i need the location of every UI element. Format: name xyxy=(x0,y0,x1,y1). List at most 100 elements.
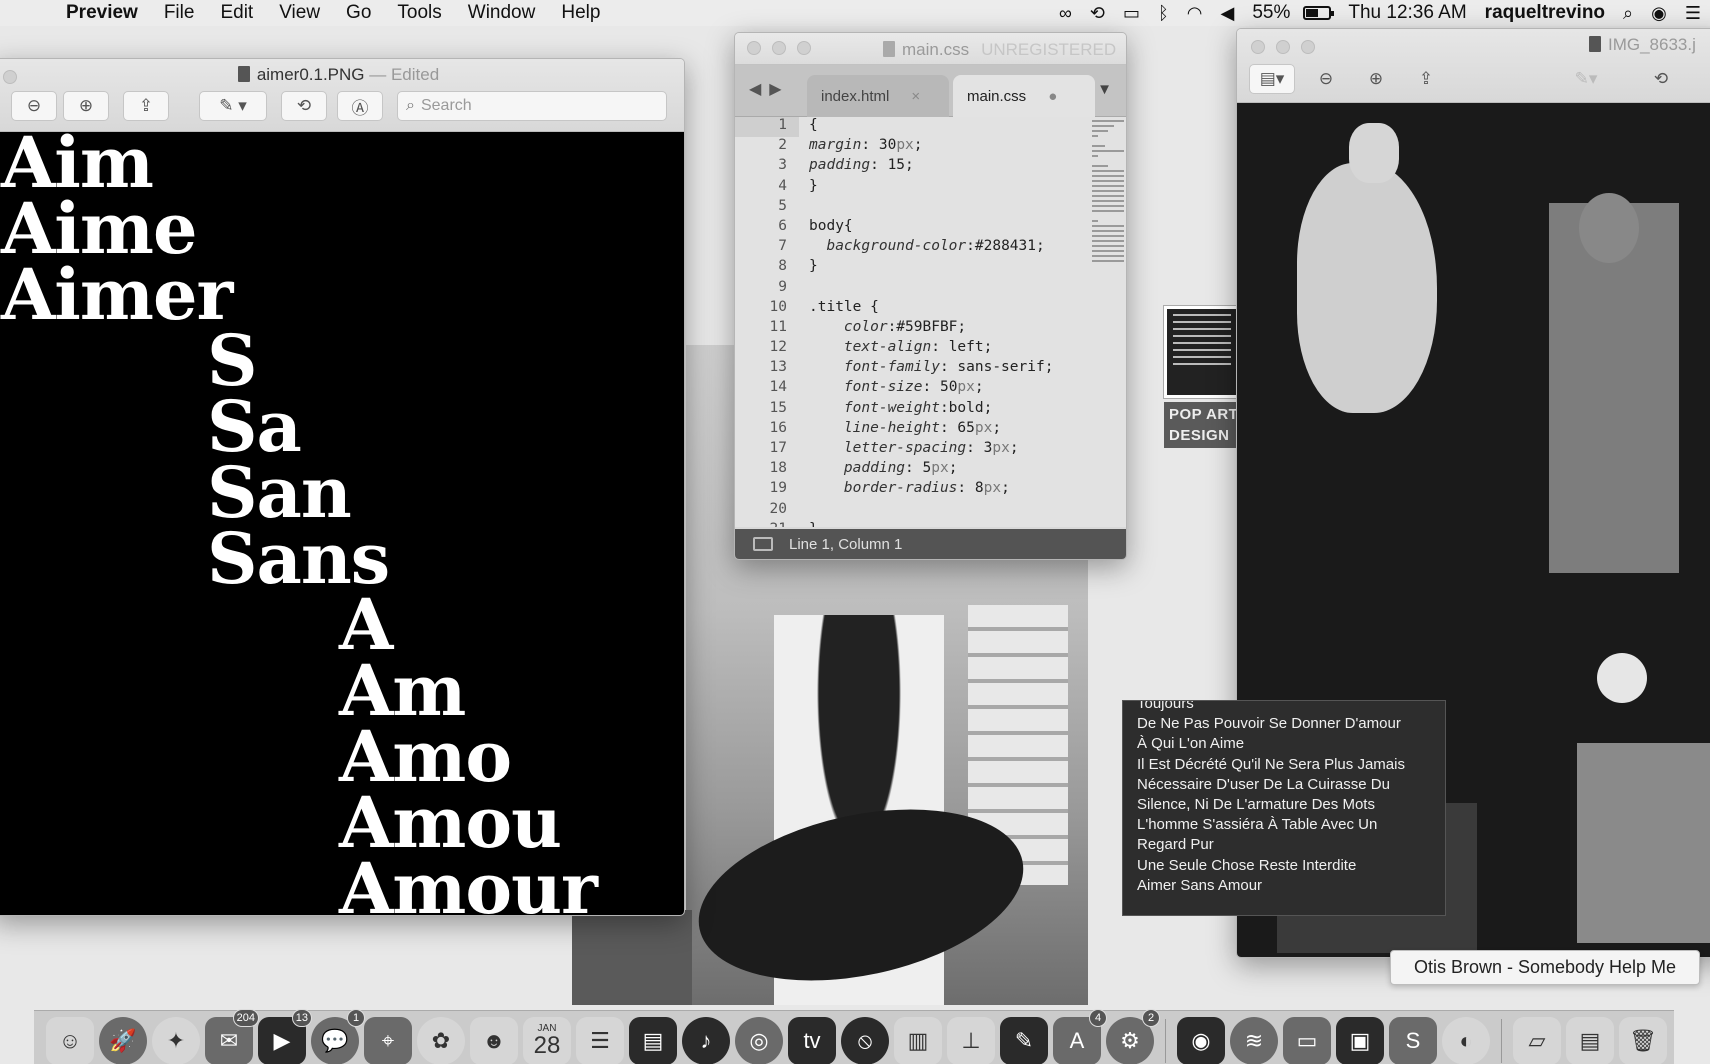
apple-tv-icon[interactable]: tv xyxy=(788,1016,836,1064)
markup-pen-icon[interactable]: ✎▾ xyxy=(1561,64,1611,94)
now-playing-tooltip: Otis Brown - Somebody Help Me xyxy=(1390,950,1700,985)
search-icon: ⌕ xyxy=(406,97,415,114)
messages-icon[interactable]: 💬 1 xyxy=(311,1008,365,1064)
tab-dropdown-icon[interactable]: ▼ xyxy=(1097,81,1112,98)
airplay-icon[interactable]: ▭ xyxy=(1114,3,1149,24)
zoom-out-icon[interactable]: ⊖ xyxy=(1305,64,1347,94)
creative-cloud-icon[interactable]: ∞ xyxy=(1050,3,1081,24)
zoom-in-button[interactable]: ⊕ xyxy=(63,91,109,121)
documents-stack-icon[interactable]: ▤ xyxy=(1566,1016,1614,1064)
tab-unsaved-dot-icon[interactable]: ● xyxy=(1048,88,1057,105)
wifi-icon[interactable]: ◠ xyxy=(1178,3,1212,24)
preview-titlebar[interactable]: aimer0.1.PNG — Edited ⊖ ⊕ ⇪ ✎ ▾ ⟲ Ⓐ ⌕ Se… xyxy=(0,59,684,132)
menu-view[interactable]: View xyxy=(266,2,333,24)
siri-icon[interactable]: ◉ xyxy=(1642,3,1676,24)
safari-icon[interactable]: ✦ xyxy=(152,1016,200,1064)
news-icon[interactable]: ⦸ xyxy=(841,1016,889,1064)
zoom-out-button[interactable]: ⊖ xyxy=(11,91,57,121)
markup-pen-button[interactable]: ✎ ▾ xyxy=(199,91,267,121)
menu-go[interactable]: Go xyxy=(333,2,384,24)
preview-window[interactable]: aimer0.1.PNG — Edited ⊖ ⊕ ⇪ ✎ ▾ ⟲ Ⓐ ⌕ Se… xyxy=(0,58,685,916)
user-menu[interactable]: raqueltrevino xyxy=(1476,2,1614,24)
music-icon[interactable]: ♪ xyxy=(682,1016,730,1064)
close-button[interactable] xyxy=(1251,40,1265,54)
preview-icon[interactable]: ▭ xyxy=(1283,1016,1331,1064)
image-capture-icon[interactable]: ▣ xyxy=(1336,1016,1384,1064)
photos-icon[interactable]: ✿ xyxy=(417,1016,465,1064)
menu-bar: Preview File Edit View Go Tools Window H… xyxy=(0,0,1710,26)
code-text[interactable]: { margin: 30px; padding: 15; } body{ bac… xyxy=(809,117,1090,527)
app-store-icon[interactable]: A4 xyxy=(1053,1008,1107,1064)
trash-icon[interactable]: 🗑 xyxy=(1619,1016,1667,1064)
share-icon[interactable]: ⇪ xyxy=(1405,64,1447,94)
code-area[interactable]: 123456789101112131415161718192021 { marg… xyxy=(735,117,1126,527)
menu-clock[interactable]: Thu 12:36 AM xyxy=(1339,2,1475,24)
desktop-file-pop-art-design[interactable]: POP ART DESIGN xyxy=(1164,306,1244,448)
calendar-icon[interactable]: JAN 28 xyxy=(523,1016,571,1064)
sublime-text-icon[interactable]: S xyxy=(1389,1016,1437,1064)
zoom-button[interactable] xyxy=(1301,40,1315,54)
line-number: 6 xyxy=(778,217,787,234)
console-panel-icon[interactable] xyxy=(753,537,773,551)
sidebar-toggle-icon[interactable]: ▤▾ xyxy=(1249,64,1295,94)
volume-icon[interactable]: ◀ xyxy=(1212,3,1244,24)
finder-icon[interactable]: ☺ xyxy=(46,1016,94,1064)
reminders-icon[interactable]: ☰ xyxy=(576,1016,624,1064)
tab-main-css[interactable]: main.css ● xyxy=(953,75,1095,117)
bluetooth-icon[interactable]: ᛒ xyxy=(1149,3,1178,24)
screen-recorder-icon[interactable]: ◉ xyxy=(1177,1016,1225,1064)
facetime-icon[interactable]: ▶ 13 xyxy=(258,1008,312,1064)
time-machine-icon[interactable]: ⟲ xyxy=(1081,3,1114,24)
numbers-icon[interactable]: ▥ xyxy=(894,1016,942,1064)
line-number: 14 xyxy=(769,379,787,396)
menu-edit[interactable]: Edit xyxy=(207,2,266,24)
code-minimap[interactable] xyxy=(1092,117,1124,317)
dock-separator xyxy=(1501,1018,1502,1063)
podcasts-icon[interactable]: ◎ xyxy=(735,1016,783,1064)
editor-titlebar[interactable]: main.css UNREGISTERED xyxy=(735,33,1126,65)
facetime-badge: 13 xyxy=(291,1008,312,1027)
photos-stamp-icon[interactable]: ✉ 204 xyxy=(205,1008,259,1064)
battery-icon[interactable] xyxy=(1303,6,1335,20)
markup-icon: Ⓐ xyxy=(351,98,369,118)
photos-badge: 204 xyxy=(232,1008,259,1027)
rotate-button[interactable]: ⟲ xyxy=(281,91,327,121)
share-button[interactable]: ⇪ xyxy=(123,91,169,121)
menu-help[interactable]: Help xyxy=(548,2,613,24)
creative-cloud-dock-icon[interactable]: ◐ xyxy=(1442,1016,1490,1064)
app-store-badge: 4 xyxy=(1089,1008,1107,1027)
menu-tools[interactable]: Tools xyxy=(384,2,454,24)
pages-icon[interactable]: ✎ xyxy=(1000,1016,1048,1064)
notes-icon[interactable]: ▤ xyxy=(629,1016,677,1064)
markup-toolbar-button[interactable]: Ⓐ xyxy=(337,91,383,121)
menu-app-preview[interactable]: Preview xyxy=(40,2,151,24)
spotlight-search-icon[interactable]: ⌕ xyxy=(1614,3,1642,24)
code-line: padding: 15; xyxy=(809,157,914,174)
system-preferences-icon[interactable]: ⚙ 2 xyxy=(1106,1008,1160,1064)
code-editor-window[interactable]: main.css UNREGISTERED ◀▶ index.html × main… xyxy=(734,32,1127,560)
minimize-button[interactable] xyxy=(772,41,786,55)
downloads-stack-icon[interactable]: ▱ xyxy=(1513,1016,1561,1064)
line-number: 8 xyxy=(778,258,787,275)
keynote-icon[interactable]: ⊥ xyxy=(947,1016,995,1064)
minimize-button[interactable] xyxy=(1276,40,1290,54)
rotate-icon[interactable]: ⟲ xyxy=(1643,64,1679,94)
search-field[interactable]: ⌕ Search xyxy=(397,91,667,121)
battery-percent[interactable]: 55% xyxy=(1243,2,1299,24)
image-window-title: IMG_8633.j xyxy=(1589,35,1696,55)
maps-icon[interactable]: ⌖ xyxy=(364,1016,412,1064)
launchpad-icon[interactable]: 🚀 xyxy=(99,1016,147,1064)
zoom-button[interactable] xyxy=(797,41,811,55)
tab-close-icon[interactable]: × xyxy=(911,88,920,105)
spotify-icon[interactable]: ≋ xyxy=(1230,1016,1278,1064)
zoom-in-icon[interactable]: ⊕ xyxy=(1355,64,1397,94)
menu-window[interactable]: Window xyxy=(455,2,549,24)
notification-center-icon[interactable]: ☰ xyxy=(1676,3,1710,24)
menu-file[interactable]: File xyxy=(151,2,208,24)
tab-nav-arrows-icon[interactable]: ◀▶ xyxy=(749,79,790,99)
tab-index-html[interactable]: index.html × xyxy=(807,75,949,117)
document-icon xyxy=(237,66,250,82)
close-button[interactable] xyxy=(747,41,761,55)
image-titlebar[interactable]: IMG_8633.j ▤▾ ⊖ ⊕ ⇪ ✎▾ ⟲ xyxy=(1237,29,1710,103)
contacts-icon[interactable]: ☻ xyxy=(470,1016,518,1064)
